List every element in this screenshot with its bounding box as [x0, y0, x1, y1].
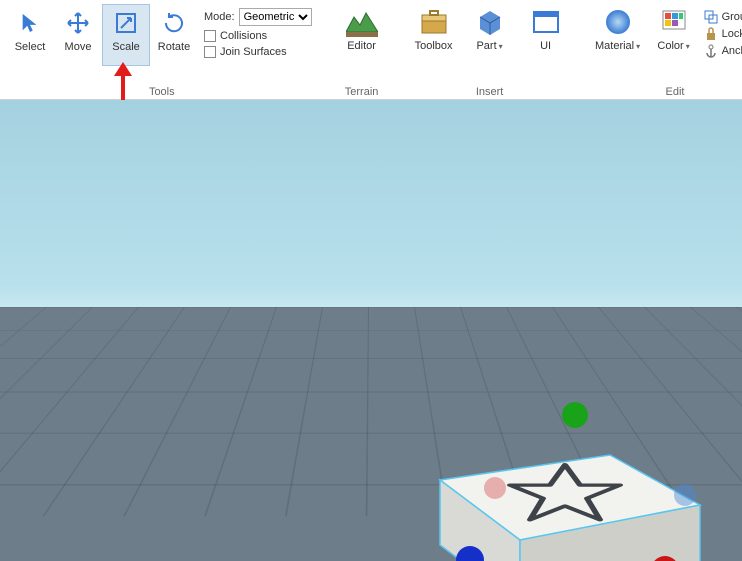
color-icon — [658, 6, 690, 38]
ui-label: UI — [540, 40, 551, 52]
scale-button[interactable]: Scale — [102, 4, 150, 66]
selected-part[interactable] — [400, 360, 730, 561]
part-button[interactable]: Part▾ — [462, 4, 518, 66]
editor-label: Editor — [347, 40, 376, 52]
lock-label: Lock — [722, 28, 742, 40]
scale-handle-z-neg — [674, 484, 696, 506]
edit-group-label: Edit — [584, 86, 742, 98]
move-button[interactable]: Move — [54, 4, 102, 66]
mode-label: Mode: — [204, 11, 235, 23]
select-label: Select — [15, 41, 46, 53]
scale-icon — [112, 9, 140, 37]
terrain-group-label: Terrain — [328, 86, 396, 98]
part-icon — [474, 6, 506, 38]
material-label: Material▾ — [595, 40, 640, 52]
mode-options: Mode: Geometric Collisions Join Surfaces — [198, 4, 318, 66]
move-label: Move — [65, 41, 92, 53]
move-icon — [64, 9, 92, 37]
ui-icon — [530, 6, 562, 38]
select-button[interactable]: Select — [6, 4, 54, 66]
chevron-down-icon: ▾ — [499, 42, 503, 51]
ui-button[interactable]: UI — [518, 4, 574, 66]
edit-side-options: Group Lock ▾ Anchor — [702, 4, 742, 66]
tools-group: Select Move — [0, 4, 324, 100]
checkbox-icon — [204, 30, 216, 42]
anchor-button[interactable]: Anchor — [704, 44, 742, 58]
scale-handle-x-neg — [484, 477, 506, 499]
rotate-icon — [160, 9, 188, 37]
edit-group: Material▾ Color▾ Group Lock ▾ — [584, 4, 742, 100]
chevron-down-icon: ▾ — [686, 42, 690, 51]
group-label: Group — [722, 11, 742, 23]
toolbox-icon — [418, 6, 450, 38]
lock-icon — [704, 27, 718, 41]
collisions-label: Collisions — [220, 30, 267, 42]
toolbox-button[interactable]: Toolbox — [406, 4, 462, 66]
part-block — [440, 455, 700, 561]
join-surfaces-checkbox[interactable]: Join Surfaces — [204, 46, 312, 58]
scale-handle-y-pos — [562, 402, 588, 428]
group-button[interactable]: Group — [704, 10, 742, 24]
material-icon — [602, 6, 634, 38]
editor-button[interactable]: Editor — [334, 4, 390, 66]
insert-group-label: Insert — [400, 86, 580, 98]
rotate-label: Rotate — [158, 41, 190, 53]
toolbox-label: Toolbox — [415, 40, 453, 52]
cursor-icon — [16, 9, 44, 37]
terrain-group: Editor Terrain — [328, 4, 396, 100]
anchor-label: Anchor — [722, 45, 742, 57]
scale-label: Scale — [112, 41, 140, 53]
color-button[interactable]: Color▾ — [646, 4, 702, 66]
viewport-3d[interactable] — [0, 100, 742, 561]
anchor-icon — [704, 44, 718, 58]
lock-button[interactable]: Lock ▾ — [704, 27, 742, 41]
collisions-checkbox[interactable]: Collisions — [204, 30, 312, 42]
mode-select[interactable]: Geometric — [239, 8, 312, 26]
insert-group: Toolbox Part▾ UI Insert — [400, 4, 580, 100]
part-label: Part▾ — [476, 40, 502, 52]
material-button[interactable]: Material▾ — [590, 4, 646, 66]
chevron-down-icon: ▾ — [636, 42, 640, 51]
terrain-editor-icon — [346, 6, 378, 38]
checkbox-icon — [204, 46, 216, 58]
rotate-button[interactable]: Rotate — [150, 4, 198, 66]
ribbon: Select Move — [0, 0, 742, 100]
group-icon — [704, 10, 718, 24]
join-surfaces-label: Join Surfaces — [220, 46, 287, 58]
color-label: Color▾ — [657, 40, 689, 52]
tools-group-label: Tools — [0, 86, 324, 98]
